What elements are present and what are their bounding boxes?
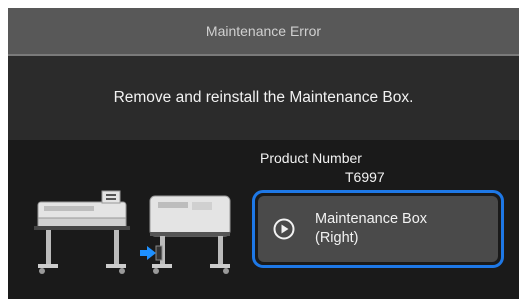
printer-panel-screen: Maintenance Error Remove and reinstall t… <box>8 8 519 299</box>
product-number-label: Product Number <box>260 150 362 166</box>
play-circle-icon <box>273 218 295 240</box>
detail-area: Product Number T6997 Maintenance Box (Ri… <box>8 140 519 299</box>
button-label-line1: Maintenance Box <box>315 211 428 227</box>
button-label-line2: (Right) <box>315 230 359 246</box>
product-number-value: T6997 <box>345 169 385 185</box>
error-message: Remove and reinstall the Maintenance Box… <box>113 89 414 106</box>
printer-side-icon <box>149 195 231 274</box>
printer-illustration <box>34 190 231 274</box>
page-title: Maintenance Error <box>8 8 519 54</box>
maintenance-box-button-label: Maintenance Box (Right) <box>315 210 427 248</box>
printer-front-icon <box>34 190 130 274</box>
maintenance-box-button-body[interactable]: Maintenance Box (Right) <box>258 196 498 262</box>
arrow-right-icon <box>140 245 163 261</box>
maintenance-box-right-button[interactable]: Maintenance Box (Right) <box>252 190 504 268</box>
error-message-band: Remove and reinstall the Maintenance Box… <box>8 56 519 140</box>
